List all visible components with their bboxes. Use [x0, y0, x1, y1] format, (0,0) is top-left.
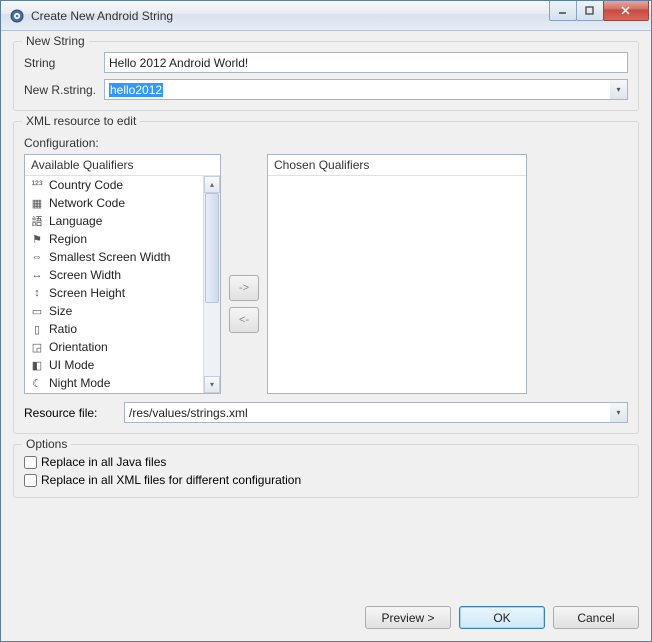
- ratio-icon: ▯: [29, 322, 45, 336]
- rstring-combo[interactable]: hello2012 ▾: [104, 79, 628, 100]
- resource-file-value: /res/values/strings.xml: [129, 406, 248, 420]
- list-item-label: UI Mode: [49, 358, 94, 372]
- group-title-options: Options: [22, 437, 71, 451]
- scroll-thumb[interactable]: [205, 193, 219, 303]
- available-header: Available Qualifiers: [25, 155, 220, 176]
- orient-icon: ◲: [29, 340, 45, 354]
- list-item[interactable]: ▦ Network Code: [25, 194, 203, 212]
- list-item[interactable]: ↔ Screen Width: [25, 266, 203, 284]
- add-qualifier-button[interactable]: ->: [229, 275, 259, 301]
- group-title-new-string: New String: [22, 34, 89, 48]
- checkbox-replace-xml[interactable]: [24, 474, 37, 487]
- resource-file-input[interactable]: /res/values/strings.xml: [124, 402, 610, 423]
- size-icon: ▭: [29, 304, 45, 318]
- chosen-qualifiers-list[interactable]: Chosen Qualifiers: [267, 154, 527, 394]
- label-configuration: Configuration:: [24, 136, 628, 150]
- group-new-string: New String String New R.string. hello201…: [13, 41, 639, 111]
- list-item-label: Smallest Screen Width: [49, 250, 170, 264]
- ok-button[interactable]: OK: [459, 606, 545, 629]
- group-xml-resource: XML resource to edit Configuration: Avai…: [13, 121, 639, 434]
- list-item-label: Screen Height: [49, 286, 125, 300]
- label-replace-java: Replace in all Java files: [41, 455, 166, 469]
- checkbox-replace-java[interactable]: [24, 456, 37, 469]
- button-bar: Preview > OK Cancel: [13, 596, 639, 629]
- ui-icon: ◧: [29, 358, 45, 372]
- label-resource-file: Resource file:: [24, 406, 124, 420]
- move-buttons: -> <-: [229, 154, 259, 394]
- list-item[interactable]: ▭ Size: [25, 302, 203, 320]
- scrollbar[interactable]: ▴ ▾: [203, 176, 220, 393]
- list-item[interactable]: ⇔ Smallest Screen Width: [25, 248, 203, 266]
- chevron-down-icon[interactable]: ▾: [610, 402, 628, 423]
- sw-icon: ⇔: [29, 250, 45, 264]
- label-rstring: New R.string.: [24, 83, 104, 97]
- group-title-xml: XML resource to edit: [22, 114, 140, 128]
- titlebar[interactable]: Create New Android String: [1, 1, 651, 31]
- chosen-header: Chosen Qualifiers: [268, 155, 526, 176]
- list-item-label: Network Code: [49, 196, 125, 210]
- list-item-label: Region: [49, 232, 87, 246]
- vh-icon: ↕: [29, 286, 45, 300]
- lang-icon: 語: [29, 214, 45, 228]
- string-input[interactable]: [104, 52, 628, 73]
- chevron-down-icon[interactable]: ▾: [610, 79, 628, 100]
- cancel-button[interactable]: Cancel: [553, 606, 639, 629]
- chosen-list-body[interactable]: [268, 176, 526, 393]
- label-string: String: [24, 56, 104, 70]
- list-item[interactable]: ☾ Night Mode: [25, 374, 203, 392]
- list-item-label: Orientation: [49, 340, 108, 354]
- resource-file-combo[interactable]: /res/values/strings.xml ▾: [124, 402, 628, 423]
- available-list-body[interactable]: ¹²³ Country Code ▦ Network Code 語 Language ⚑ Re…: [25, 176, 203, 393]
- list-item[interactable]: ↕ Screen Height: [25, 284, 203, 302]
- app-icon: [9, 8, 25, 24]
- dialog-window: Create New Android String New String Str…: [0, 0, 652, 642]
- night-icon: ☾: [29, 376, 45, 390]
- window-title: Create New Android String: [31, 9, 550, 23]
- rstring-input[interactable]: hello2012: [104, 79, 610, 100]
- scroll-up-icon[interactable]: ▴: [204, 176, 220, 193]
- dialog-content: New String String New R.string. hello201…: [1, 31, 651, 641]
- scroll-track[interactable]: [204, 193, 220, 376]
- scroll-down-icon[interactable]: ▾: [204, 376, 220, 393]
- list-item[interactable]: ◧ UI Mode: [25, 356, 203, 374]
- close-button[interactable]: [603, 1, 649, 21]
- available-qualifiers-list[interactable]: Available Qualifiers ¹²³ Country Code ▦ Net…: [24, 154, 221, 394]
- list-item-label: Screen Width: [49, 268, 121, 282]
- preview-button[interactable]: Preview >: [365, 606, 451, 629]
- minimize-button[interactable]: [549, 1, 577, 21]
- list-item[interactable]: ▯ Ratio: [25, 320, 203, 338]
- label-replace-xml: Replace in all XML files for different c…: [41, 473, 301, 487]
- list-item[interactable]: ¹²³ Country Code: [25, 176, 203, 194]
- hw-icon: ↔: [29, 268, 45, 282]
- qualifier-area: Available Qualifiers ¹²³ Country Code ▦ Net…: [24, 154, 628, 394]
- 123-icon: ¹²³: [29, 178, 45, 192]
- flag-icon: ⚑: [29, 232, 45, 246]
- list-item[interactable]: ⚑ Region: [25, 230, 203, 248]
- list-item-label: Ratio: [49, 322, 77, 336]
- list-item[interactable]: ◲ Orientation: [25, 338, 203, 356]
- grid-icon: ▦: [29, 196, 45, 210]
- list-item-label: Language: [49, 214, 102, 228]
- remove-qualifier-button[interactable]: <-: [229, 307, 259, 333]
- list-item-label: Night Mode: [49, 376, 110, 390]
- rstring-value: hello2012: [109, 83, 163, 97]
- window-controls: [550, 1, 649, 21]
- list-item[interactable]: 語 Language: [25, 212, 203, 230]
- maximize-button[interactable]: [576, 1, 604, 21]
- group-options: Options Replace in all Java files Replac…: [13, 444, 639, 498]
- list-item-label: Country Code: [49, 178, 123, 192]
- list-item-label: Size: [49, 304, 72, 318]
